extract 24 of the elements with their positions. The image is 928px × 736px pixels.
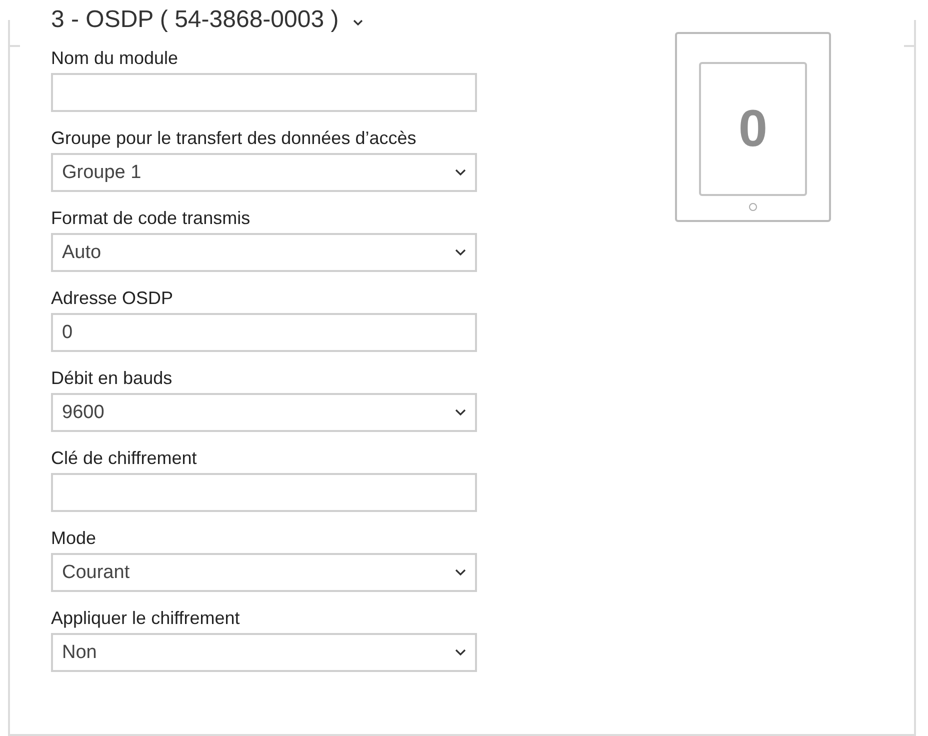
chevron-icon (455, 649, 466, 656)
field-label: Format de code transmis (51, 208, 252, 229)
chevron-icon (455, 569, 466, 576)
select-field[interactable]: 9600 (51, 393, 477, 432)
led-icon (749, 203, 757, 211)
chevron-icon (455, 409, 466, 416)
chevron-icon (455, 169, 466, 176)
input-field[interactable]: 0 (51, 313, 477, 352)
input-field[interactable] (51, 73, 477, 112)
field-label: Groupe pour le transfert des données d’accès (51, 128, 418, 149)
select-field[interactable]: Courant (51, 553, 477, 592)
section-toggle[interactable]: 3 - OSDP ( 54-3868-0003 ) (51, 6, 369, 34)
field-label: Appliquer le chiffrement (51, 608, 241, 629)
input-field[interactable] (51, 473, 477, 512)
select-field[interactable]: Groupe 1 (51, 153, 477, 192)
field-label: Clé de chiffrement (51, 448, 198, 469)
device-display-number: 0 (738, 99, 768, 159)
field-label: Nom du module (51, 48, 180, 69)
select-field[interactable]: Non (51, 633, 477, 672)
field-label: Mode (51, 528, 98, 549)
select-field[interactable]: Auto (51, 233, 477, 272)
field-label: Adresse OSDP (51, 288, 174, 309)
field-label: Débit en bauds (51, 368, 174, 389)
chevron-icon (455, 249, 466, 256)
